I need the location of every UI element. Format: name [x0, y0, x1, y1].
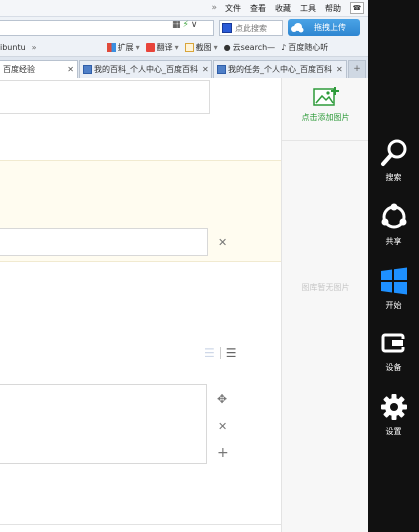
add-picture-button[interactable]: 点击添加图片 [282, 86, 369, 123]
tab-label: 我的百科_个人中心_百度百科 [94, 65, 198, 74]
search-box[interactable] [219, 20, 283, 36]
favorites-bar: ibuntu » 扩展 ▾ 翻译 ▾ 截图 ▾ ● 云search— ♪ 百度随心听 [0, 38, 368, 57]
charm-search[interactable]: 搜索 [368, 138, 419, 183]
tab-label: 百度经验 [3, 65, 35, 74]
favorite-translate[interactable]: 翻译 ▾ [145, 42, 179, 53]
charm-label: 设备 [385, 363, 402, 372]
list-format-toolbar: ☰ ☰ [204, 346, 237, 360]
pin-icon[interactable]: ☎ [350, 2, 364, 14]
baike-icon [217, 65, 226, 74]
favorite-cloud-search[interactable]: ● 云search— [224, 42, 276, 53]
toolbar-divider [219, 347, 221, 359]
address-bar: ▦ ⚡ ∨ 拖拽上传 [0, 16, 368, 38]
charm-start[interactable]: 开始 [368, 266, 419, 311]
tab-my-baike[interactable]: 我的百科_个人中心_百度百科 ✕ [79, 60, 212, 78]
panel-divider [282, 140, 369, 141]
favorite-ubuntu[interactable]: ibuntu [0, 43, 26, 52]
dropdown-arrow-icon[interactable]: ∨ [191, 20, 198, 30]
favorite-cloud-search-label: 云search— [232, 42, 276, 52]
devices-icon [379, 328, 409, 358]
drag-upload-button[interactable]: 拖拽上传 [288, 19, 360, 36]
charm-devices[interactable]: 设备 [368, 328, 419, 373]
add-picture-label: 点击添加图片 [301, 113, 350, 122]
charm-settings[interactable]: 设置 [368, 392, 419, 437]
lightning-icon[interactable]: ⚡ [183, 20, 189, 30]
menu-tools[interactable]: 工具 [300, 3, 316, 14]
baike-icon [83, 65, 92, 74]
title-input[interactable] [0, 80, 210, 114]
extensions-icon [106, 42, 116, 52]
step-textarea[interactable] [0, 384, 207, 464]
picture-panel: 点击添加图片 图库暂无图片 [281, 78, 369, 532]
favorite-translate-label: 翻译 [156, 42, 173, 52]
unordered-list-icon[interactable]: ☰ [226, 346, 237, 360]
next-input[interactable] [0, 524, 281, 532]
favorite-extensions[interactable]: 扩展 ▾ [106, 42, 140, 53]
tab-bar: 百度经验 ✕ 我的百科_个人中心_百度百科 ✕ 我的任务_个人中心_百度百科 ✕… [0, 57, 368, 78]
charm-label: 设置 [385, 427, 402, 436]
menu-favorites[interactable]: 收藏 [275, 3, 291, 14]
charm-share[interactable]: 共享 [368, 202, 419, 247]
upload-label: 拖拽上传 [314, 23, 346, 32]
close-icon[interactable]: ✕ [67, 65, 74, 74]
favorite-extensions-label: 扩展 [117, 42, 134, 52]
close-icon[interactable]: ✕ [202, 65, 209, 74]
tab-baidu-jingyan[interactable]: 百度经验 ✕ [0, 60, 78, 78]
windows-icon [379, 266, 409, 296]
search-input[interactable] [235, 23, 281, 33]
charm-label: 共享 [385, 237, 402, 246]
menu-help[interactable]: 帮助 [325, 3, 341, 14]
address-buttons: ▦ ⚡ ∨ [172, 18, 197, 32]
search-engine-icon[interactable] [222, 23, 232, 33]
delete-step-icon[interactable]: ✕ [218, 420, 227, 433]
favbar-overflow[interactable]: » [32, 43, 37, 52]
new-tab-button[interactable]: + [348, 60, 366, 78]
charm-label: 开始 [385, 301, 402, 310]
favorite-screenshot-label: 截图 [195, 42, 212, 52]
favorite-music-label: 百度随心听 [288, 42, 329, 52]
add-picture-icon [312, 86, 339, 108]
favorite-music[interactable]: ♪ 百度随心听 [281, 42, 328, 53]
step-input[interactable] [0, 228, 208, 256]
search-icon [379, 138, 409, 168]
ordered-list-icon[interactable]: ☰ [204, 346, 215, 360]
menu-bar: » 文件 查看 收藏 工具 帮助 ☎ [0, 0, 368, 16]
menu-view[interactable]: 查看 [250, 3, 266, 14]
tab-my-tasks[interactable]: 我的任务_个人中心_百度百科 ✕ [213, 60, 347, 78]
move-icon[interactable]: ✥ [217, 392, 227, 406]
share-icon [379, 202, 409, 232]
reader-mode-icon[interactable]: ▦ [172, 20, 181, 30]
music-icon: ♪ [281, 42, 287, 52]
menu-file[interactable]: 文件 [225, 3, 241, 14]
close-icon[interactable]: ✕ [336, 65, 343, 74]
gallery-empty-text: 图库暂无图片 [301, 283, 350, 292]
charm-label: 搜索 [385, 173, 402, 182]
translate-icon [145, 42, 155, 52]
cloud-search-icon: ● [223, 42, 231, 52]
favorite-screenshot[interactable]: 截图 ▾ [184, 42, 218, 53]
tab-label: 我的任务_个人中心_百度百科 [228, 65, 332, 74]
add-step-icon[interactable]: + [217, 445, 229, 461]
cloud-icon [288, 19, 306, 36]
charms-bar: 搜索 共享 开始 设备 设置 [368, 0, 419, 532]
menu-overflow[interactable]: » [211, 3, 217, 13]
remove-icon[interactable]: ✕ [218, 236, 227, 249]
favorite-ubuntu-label: ibuntu [0, 42, 26, 52]
screenshot-icon [184, 42, 194, 52]
settings-icon [379, 392, 409, 422]
page-content: ✕ ☰ ☰ ✥ ✕ + [0, 78, 281, 532]
